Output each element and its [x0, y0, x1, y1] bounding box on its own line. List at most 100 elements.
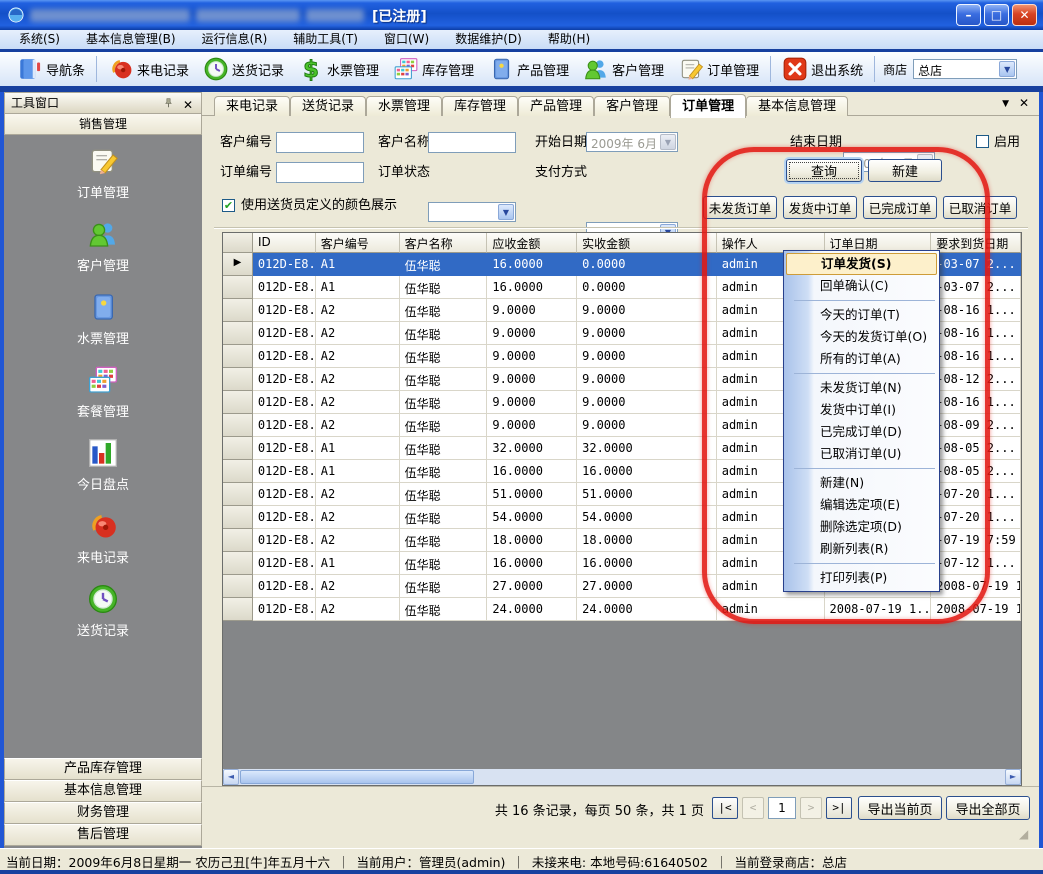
context-menu-item-edit-selected[interactable]: 编辑选定项(E): [786, 494, 937, 516]
sidebar-item-order[interactable]: 订单管理: [48, 145, 158, 201]
row-selector[interactable]: [223, 299, 253, 322]
row-selector[interactable]: [223, 575, 253, 598]
tab-客户管理[interactable]: 客户管理: [594, 96, 670, 116]
row-selector[interactable]: [223, 552, 253, 575]
tab-产品管理[interactable]: 产品管理: [518, 96, 594, 116]
toolbar-button-nav-bar[interactable]: 导航条: [10, 54, 92, 84]
filter-button-shipping-orders[interactable]: 发货中订单: [783, 196, 857, 219]
toolbar-button-call-log[interactable]: 来电记录: [101, 54, 196, 84]
toolbar-button-delivery-log[interactable]: 送货记录: [196, 54, 291, 84]
row-selector[interactable]: ▶: [223, 253, 253, 276]
context-menu-item-shipping-orders[interactable]: 发货中订单(I): [786, 399, 937, 421]
column-header[interactable]: 客户名称: [400, 233, 488, 253]
query-button[interactable]: 查询: [786, 159, 862, 182]
pin-icon[interactable]: [161, 96, 175, 110]
row-selector[interactable]: [223, 368, 253, 391]
sidebar-item-call-log[interactable]: 来电记录: [48, 510, 158, 566]
context-menu-item-delete-selected[interactable]: 删除选定项(D): [786, 516, 937, 538]
context-menu-item-new[interactable]: 新建(N): [786, 472, 937, 494]
tab-订单管理[interactable]: 订单管理: [670, 94, 746, 118]
context-menu-item-today-orders[interactable]: 今天的订单(T): [786, 304, 937, 326]
sidebar-section-sales[interactable]: 销售管理: [4, 114, 202, 135]
tab-库存管理[interactable]: 库存管理: [442, 96, 518, 116]
row-selector[interactable]: [223, 506, 253, 529]
column-header[interactable]: [223, 233, 253, 253]
toolbar-button-exit[interactable]: 退出系统: [775, 54, 870, 84]
context-menu-item-receipt-confirm[interactable]: 回单确认(C): [786, 275, 937, 297]
chevron-down-icon[interactable]: ▼: [1002, 99, 1009, 109]
sidebar-section-basic-info[interactable]: 基本信息管理: [4, 780, 202, 802]
column-header[interactable]: 客户编号: [316, 233, 400, 253]
sidebar-item-customer[interactable]: 客户管理: [48, 218, 158, 274]
scroll-thumb[interactable]: [240, 770, 474, 784]
toolbar-button-order[interactable]: 订单管理: [671, 54, 766, 84]
context-menu-item-refresh-list[interactable]: 刷新列表(R): [786, 538, 937, 560]
menu-item[interactable]: 辅助工具(T): [280, 30, 371, 49]
filter-button-completed-orders[interactable]: 已完成订单: [863, 196, 937, 219]
order-status-select[interactable]: ▼: [428, 202, 516, 222]
chevron-down-icon[interactable]: ▼: [498, 204, 514, 220]
row-selector[interactable]: [223, 598, 253, 621]
menu-item[interactable]: 系统(S): [6, 30, 73, 49]
menu-item[interactable]: 帮助(H): [535, 30, 603, 49]
row-selector[interactable]: [223, 345, 253, 368]
start-date-picker[interactable]: 2009年 6月 8日 ▼: [586, 132, 678, 152]
tab-基本信息管理[interactable]: 基本信息管理: [746, 96, 848, 116]
context-menu-item-today-shipped-orders[interactable]: 今天的发货订单(O): [786, 326, 937, 348]
close-button[interactable]: ✕: [1012, 4, 1037, 26]
context-menu-item-completed-orders[interactable]: 已完成订单(D): [786, 421, 937, 443]
column-header[interactable]: 要求到货日期: [931, 233, 1021, 253]
close-icon[interactable]: ✕: [1019, 96, 1029, 110]
prev-page-button[interactable]: <: [742, 797, 764, 819]
column-header[interactable]: 实收金额: [577, 233, 717, 253]
tab-水票管理[interactable]: 水票管理: [366, 96, 442, 116]
sidebar-section-finance[interactable]: 财务管理: [4, 802, 202, 824]
menu-item[interactable]: 基本信息管理(B): [73, 30, 189, 49]
row-selector[interactable]: [223, 529, 253, 552]
toolbar-button-product[interactable]: 产品管理: [481, 54, 576, 84]
table-row[interactable]: 012D-E8...A2伍华聪24.000024.0000admin2008-0…: [223, 598, 1021, 621]
enable-checkbox[interactable]: [976, 135, 989, 148]
menu-item[interactable]: 运行信息(R): [189, 30, 281, 49]
row-selector[interactable]: [223, 276, 253, 299]
order-no-input[interactable]: [276, 162, 364, 183]
filter-button-unshipped-orders[interactable]: 未发货订单: [703, 196, 777, 219]
next-page-button[interactable]: >: [800, 797, 822, 819]
menu-item[interactable]: 窗口(W): [371, 30, 442, 49]
maximize-button[interactable]: □: [984, 4, 1009, 26]
row-selector[interactable]: [223, 483, 253, 506]
toolbar-button-customer[interactable]: 客户管理: [576, 54, 671, 84]
column-header[interactable]: 应收金额: [487, 233, 577, 253]
customer-no-input[interactable]: [276, 132, 364, 153]
row-selector[interactable]: [223, 437, 253, 460]
row-selector[interactable]: [223, 460, 253, 483]
sidebar-section-after-sale[interactable]: 售后管理: [4, 824, 202, 846]
last-page-button[interactable]: >|: [826, 797, 852, 819]
customer-name-input[interactable]: [428, 132, 516, 153]
resize-grip[interactable]: ◢: [1019, 828, 1031, 840]
sidebar-item-water-ticket[interactable]: 水票管理: [48, 291, 158, 347]
row-selector[interactable]: [223, 391, 253, 414]
sidebar-item-delivery-log[interactable]: 送货记录: [48, 583, 158, 639]
row-selector[interactable]: [223, 322, 253, 345]
new-button[interactable]: 新建: [868, 159, 942, 182]
color-option-checkbox[interactable]: ✔: [222, 199, 235, 212]
first-page-button[interactable]: |<: [712, 797, 738, 819]
export-current-page-button[interactable]: 导出当前页: [858, 796, 942, 820]
minimize-button[interactable]: –: [956, 4, 981, 26]
tab-来电记录[interactable]: 来电记录: [214, 96, 290, 116]
context-menu-item-print-list[interactable]: 打印列表(P): [786, 567, 937, 589]
sidebar-item-package[interactable]: 套餐管理: [48, 364, 158, 420]
scroll-right-button[interactable]: ►: [1005, 769, 1021, 785]
menu-item[interactable]: 数据维护(D): [442, 30, 535, 49]
page-input[interactable]: 1: [768, 797, 796, 819]
context-menu-item-cancelled-orders[interactable]: 已取消订单(U): [786, 443, 937, 465]
sidebar-item-daily-check[interactable]: 今日盘点: [48, 437, 158, 493]
tab-送货记录[interactable]: 送货记录: [290, 96, 366, 116]
column-header[interactable]: ID: [253, 233, 316, 253]
chevron-down-icon[interactable]: ▼: [999, 61, 1015, 77]
row-selector[interactable]: [223, 414, 253, 437]
sidebar-section-product-inventory[interactable]: 产品库存管理: [4, 758, 202, 780]
scroll-left-button[interactable]: ◄: [223, 769, 239, 785]
toolbar-button-inventory[interactable]: 库存管理: [386, 54, 481, 84]
